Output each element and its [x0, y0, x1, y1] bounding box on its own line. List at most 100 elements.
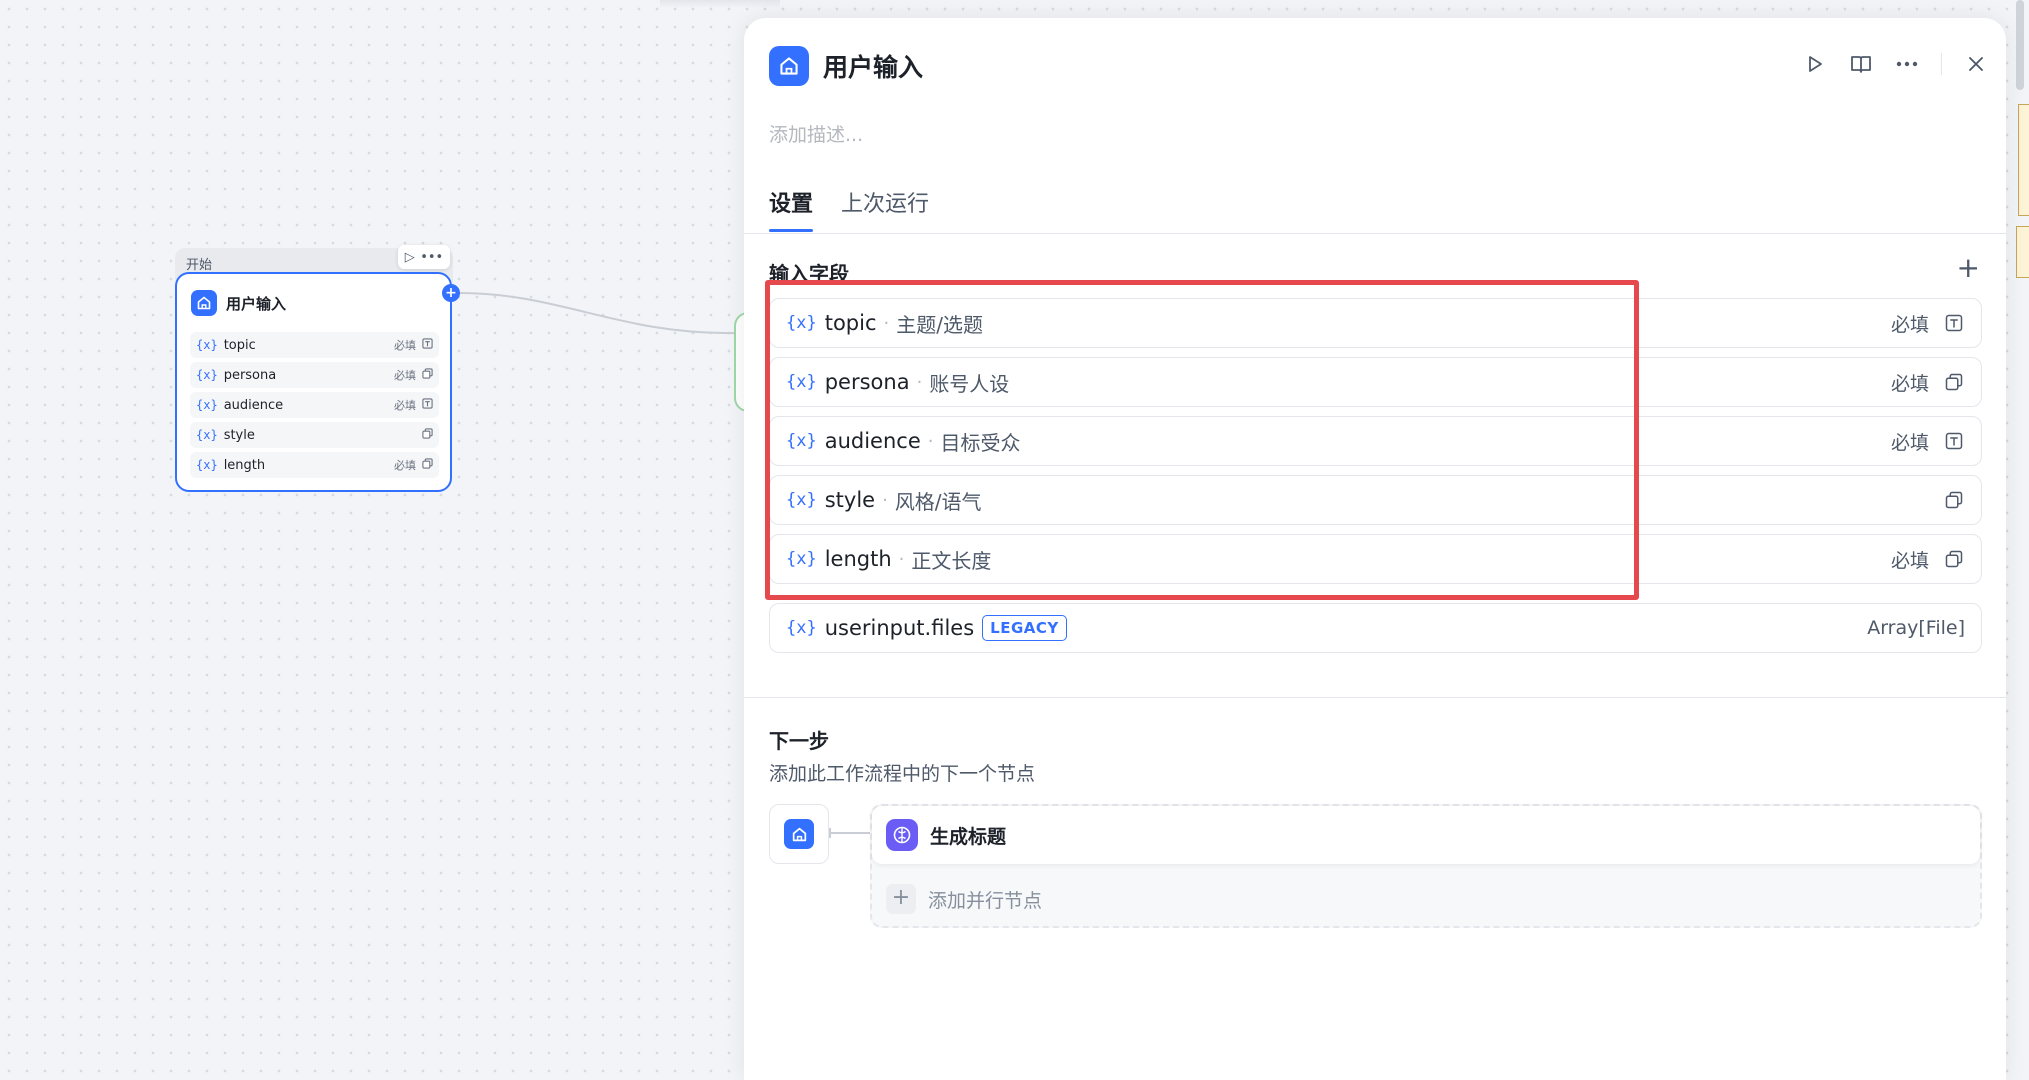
next-step-description: 添加此工作流程中的下一个节点: [769, 763, 1036, 785]
next-node-generate-title[interactable]: 生成标题: [872, 806, 1980, 864]
required-label: 必填: [1890, 313, 1929, 336]
node-header-label: 开始: [186, 258, 213, 273]
more-options-icon[interactable]: [1895, 52, 1919, 76]
next-step-heading: 下一步: [769, 729, 829, 753]
field-name: length: [223, 457, 266, 473]
separator-dot: ·: [883, 312, 890, 334]
field-label: 风格/语气: [894, 489, 982, 514]
home-icon: [769, 46, 809, 86]
add-next-node-handle[interactable]: +: [442, 284, 460, 302]
field-name: topic: [824, 311, 877, 335]
input-field-style[interactable]: {x} style · 风格/语气: [769, 475, 1982, 525]
plus-icon: +: [886, 884, 916, 914]
separator-dot: ·: [916, 371, 923, 393]
node-field-length: {x} length 必填: [190, 452, 439, 478]
field-name: persona: [223, 367, 277, 383]
field-label: 账号人设: [929, 371, 1010, 396]
node-field-style: {x} style: [190, 422, 439, 448]
field-type: Array[File]: [1867, 617, 1965, 639]
input-field-persona[interactable]: {x} persona · 账号人设 必填: [769, 357, 1982, 407]
node-field-audience: {x} audience 必填: [190, 392, 439, 418]
node-settings-panel: 用户输入 添加描述... 设置 上次运行 输入字段 + {x} topic · …: [744, 18, 2006, 1080]
partially-visible-note: [2018, 104, 2029, 216]
field-name: persona: [824, 370, 910, 394]
variable-icon: {x}: [786, 431, 817, 451]
canvas-shadow: [660, 0, 780, 8]
start-node-card[interactable]: 用户输入 {x} topic 必填 {x} persona 必填 {x} aud…: [175, 272, 452, 492]
add-field-icon[interactable]: +: [1957, 254, 1980, 282]
variable-icon: {x}: [196, 338, 218, 352]
paragraph-input-icon: [422, 458, 433, 472]
input-field-audience[interactable]: {x} audience · 目标受众 必填: [769, 416, 1982, 466]
variable-icon: {x}: [786, 372, 817, 392]
paragraph-input-icon: [1943, 371, 1965, 393]
paragraph-input-icon: [1943, 548, 1965, 570]
required-label: 必填: [394, 369, 416, 382]
node-title: 用户输入: [226, 294, 287, 313]
text-input-icon: [422, 398, 433, 412]
text-input-icon: [1943, 312, 1965, 334]
home-icon: [191, 290, 217, 316]
field-name: audience: [223, 397, 284, 413]
next-node-label: 生成标题: [930, 825, 1007, 848]
system-field-userinput-files[interactable]: {x} userinput.files LEGACY Array[File]: [769, 603, 1982, 653]
variable-icon: {x}: [786, 549, 817, 569]
add-parallel-node-button[interactable]: + 添加并行节点: [886, 884, 1042, 914]
field-name: length: [824, 547, 892, 571]
text-input-icon: [1943, 430, 1965, 452]
variable-icon: {x}: [786, 618, 817, 638]
current-node-chip: [769, 804, 829, 864]
field-label: 主题/选题: [896, 312, 983, 337]
llm-brain-icon: [886, 819, 918, 851]
field-name: topic: [223, 337, 256, 353]
panel-header: 用户输入: [769, 46, 923, 86]
node-toolbar: ▷ •••: [398, 245, 450, 269]
scrollbar-thumb[interactable]: [2016, 0, 2024, 90]
required-label: 必填: [394, 459, 416, 472]
field-label: 正文长度: [911, 548, 992, 573]
more-options-icon[interactable]: •••: [420, 251, 443, 264]
required-label: 必填: [394, 339, 416, 352]
input-field-list: {x} topic · 主题/选题 必填 {x} persona · 账号人设 …: [769, 298, 1982, 662]
run-node-icon[interactable]: ▷: [405, 251, 415, 264]
field-name: style: [223, 427, 255, 443]
variable-icon: {x}: [786, 313, 817, 333]
field-label: 目标受众: [940, 430, 1021, 455]
input-fields-heading: 输入字段: [769, 262, 849, 286]
add-parallel-node-label: 添加并行节点: [928, 889, 1043, 912]
home-icon: [784, 819, 814, 849]
variable-icon: {x}: [196, 368, 218, 382]
variable-icon: {x}: [196, 428, 218, 442]
next-step-connector: [829, 828, 873, 838]
required-label: 必填: [1890, 549, 1929, 572]
panel-tabs: 设置 上次运行: [769, 186, 929, 232]
description-input[interactable]: 添加描述...: [769, 120, 863, 147]
field-name: userinput.files: [824, 616, 975, 640]
header-divider: [1941, 53, 1942, 75]
tab-settings[interactable]: 设置: [769, 186, 814, 232]
tab-last-run[interactable]: 上次运行: [841, 186, 929, 232]
section-divider: [744, 697, 2006, 698]
required-label: 必填: [1890, 431, 1929, 454]
required-label: 必填: [394, 399, 416, 412]
panel-header-actions: [1803, 52, 1988, 76]
separator-dot: ·: [927, 430, 934, 452]
variable-icon: {x}: [786, 490, 817, 510]
node-field-persona: {x} persona 必填: [190, 362, 439, 388]
legacy-badge: LEGACY: [982, 615, 1067, 641]
close-icon[interactable]: [1964, 52, 1988, 76]
node-field-list: {x} topic 必填 {x} persona 必填 {x} audience…: [190, 332, 439, 482]
run-icon[interactable]: [1803, 52, 1827, 76]
input-field-topic[interactable]: {x} topic · 主题/选题 必填: [769, 298, 1982, 348]
next-node-group: 生成标题 + 添加并行节点: [870, 804, 1982, 928]
input-field-length[interactable]: {x} length · 正文长度 必填: [769, 534, 1982, 584]
book-icon[interactable]: [1849, 52, 1873, 76]
variable-icon: {x}: [196, 458, 218, 472]
separator-dot: ·: [882, 489, 888, 511]
panel-title[interactable]: 用户输入: [823, 48, 923, 84]
node-field-topic: {x} topic 必填: [190, 332, 439, 358]
tabs-underline: [744, 233, 2006, 234]
field-name: audience: [824, 429, 921, 453]
required-label: 必填: [1890, 372, 1929, 395]
paragraph-input-icon: [422, 428, 433, 442]
